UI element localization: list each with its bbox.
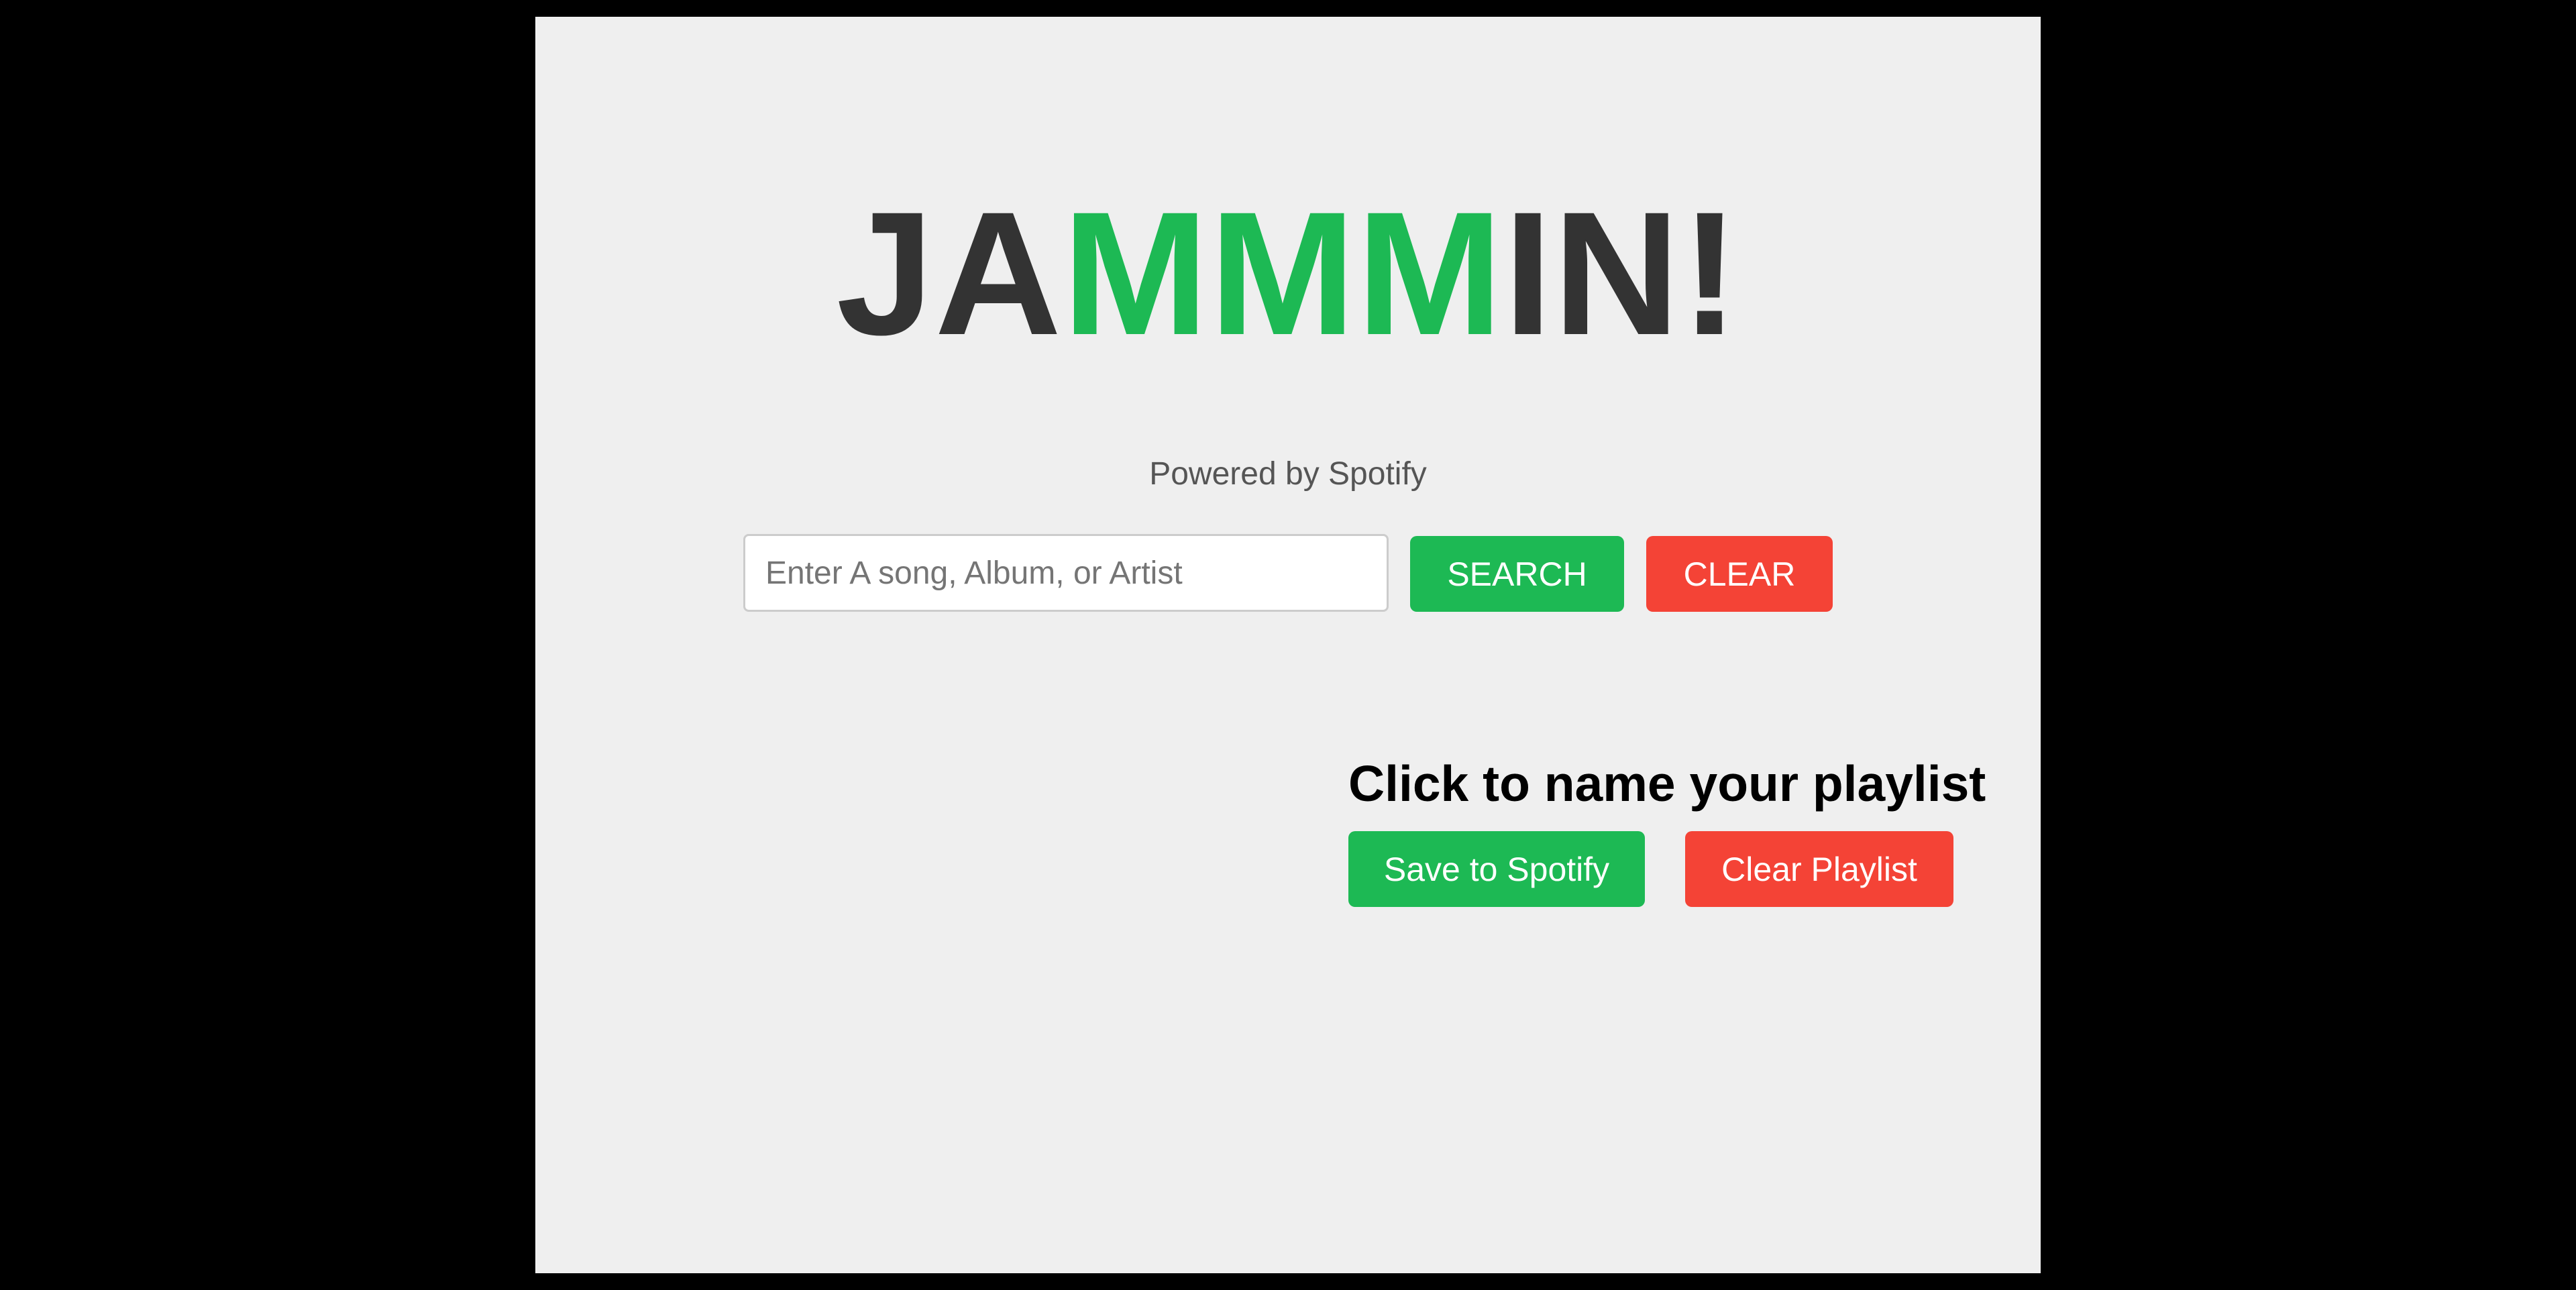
logo-part-in: IN! <box>1503 175 1740 372</box>
clear-playlist-button[interactable]: Clear Playlist <box>1685 831 1953 907</box>
app-panel: JAMMMIN! Powered by Spotify SEARCH CLEAR… <box>535 17 2041 1273</box>
logo-part-ja: JA <box>836 175 1063 372</box>
playlist-name-title[interactable]: Click to name your playlist <box>1348 755 1986 812</box>
search-button[interactable]: SEARCH <box>1410 536 1624 612</box>
app-logo: JAMMMIN! <box>535 186 2041 362</box>
search-input[interactable] <box>743 534 1389 612</box>
save-to-spotify-button[interactable]: Save to Spotify <box>1348 831 1645 907</box>
logo-part-mmm: MMM <box>1062 175 1504 372</box>
powered-by-text: Powered by Spotify <box>1149 456 1427 492</box>
clear-search-button[interactable]: CLEAR <box>1646 536 1833 612</box>
